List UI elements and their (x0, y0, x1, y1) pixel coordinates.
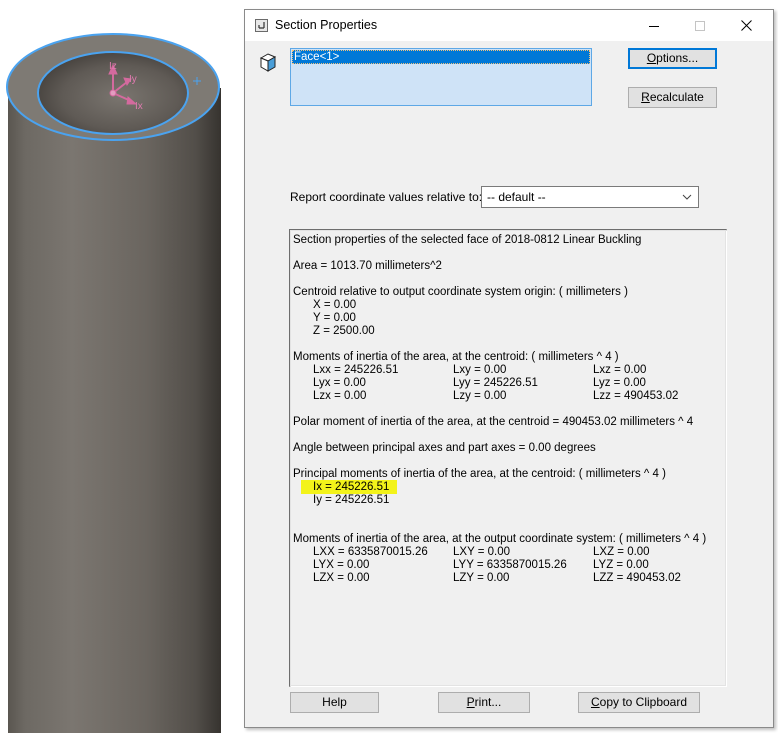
copy-label: opy to Clipboard (599, 695, 688, 709)
recalculate-mnemonic: R (641, 90, 650, 104)
moi-out-lyx: LYX = 0.00 (313, 559, 370, 571)
selected-entities-list[interactable]: Face<1> (290, 48, 592, 106)
maximize-icon (695, 20, 705, 31)
help-button[interactable]: Help (290, 692, 379, 713)
moi-out-lyz: LYZ = 0.00 (593, 559, 649, 571)
section-properties-dialog: Section Properties Face<1> Options... Re… (244, 9, 774, 728)
moi-lxy: Lxy = 0.00 (453, 364, 507, 376)
centroid-title: Centroid relative to output coordinate s… (293, 286, 628, 298)
moi-out-lyy: LYY = 6335870015.26 (453, 559, 567, 571)
moi-lzy: Lzy = 0.00 (453, 390, 507, 402)
print-mnemonic: P (466, 695, 475, 709)
close-button[interactable] (723, 10, 769, 41)
chevron-down-icon (682, 194, 692, 200)
window-title: Section Properties (275, 18, 378, 32)
copy-to-clipboard-button[interactable]: Copy to Clipboard (578, 692, 700, 713)
triad-label-iz: Iz (109, 61, 117, 72)
coordinate-system-value: -- default -- (487, 190, 546, 204)
recalculate-button[interactable]: Recalculate (628, 87, 717, 108)
tube-model: Iz Iy Ix (6, 33, 221, 733)
moi-out-lzy: LZY = 0.00 (453, 572, 510, 584)
principal-iy: Iy = 245226.51 (313, 494, 390, 506)
centroid-z: Z = 2500.00 (313, 325, 375, 337)
close-icon (740, 20, 752, 31)
minimize-button[interactable] (631, 10, 677, 41)
moi-output-row: LZX = 0.00 LZY = 0.00 LZZ = 490453.02 (293, 572, 726, 585)
print-label: rint... (474, 695, 502, 709)
triad-label-iy: Iy (129, 74, 137, 85)
polar-moment: Polar moment of inertia of the area, at … (293, 416, 694, 428)
moi-lyy: Lyy = 245226.51 (453, 377, 538, 389)
moi-out-lzx: LZX = 0.00 (313, 572, 370, 584)
app-icon (255, 19, 268, 32)
minimize-icon (649, 25, 659, 27)
moi-lzx: Lzx = 0.00 (313, 390, 367, 402)
moi-output-row: LYX = 0.00 LYY = 6335870015.26 LYZ = 0.0… (293, 559, 726, 572)
centroid-y: Y = 0.00 (313, 312, 356, 324)
moi-lyz: Lyz = 0.00 (593, 377, 646, 389)
coordinate-system-select[interactable]: -- default -- (481, 186, 699, 208)
moi-centroid-row: Lyx = 0.00 Lyy = 245226.51 Lyz = 0.00 (293, 377, 726, 390)
moi-lxx: Lxx = 245226.51 (313, 364, 399, 376)
moi-centroid-row: Lzx = 0.00 Lzy = 0.00 Lzz = 490453.02 (293, 390, 726, 403)
moi-lxz: Lxz = 0.00 (593, 364, 647, 376)
triad-label-ix: Ix (135, 101, 143, 112)
area-value: Area = 1013.70 millimeters^2 (293, 260, 442, 272)
principal-ix-highlighted: Ix = 245226.51 (301, 480, 398, 494)
moi-out-lzz: LZZ = 490453.02 (593, 572, 681, 584)
results-header: Section properties of the selected face … (293, 234, 642, 246)
moi-out-lxx: LXX = 6335870015.26 (313, 546, 428, 558)
results-text-area[interactable]: Section properties of the selected face … (289, 229, 727, 687)
centroid-x: X = 0.00 (313, 299, 357, 311)
title-bar[interactable]: Section Properties (245, 10, 773, 41)
tube-body (8, 88, 221, 733)
coordinate-system-label: Report coordinate values relative to: (290, 190, 483, 204)
list-item-face-1[interactable]: Face<1> (292, 50, 590, 64)
moi-out-lxz: LXZ = 0.00 (593, 546, 650, 558)
print-button[interactable]: Print... (438, 692, 530, 713)
moi-lzz: Lzz = 490453.02 (593, 390, 679, 402)
copy-mnemonic: C (590, 695, 600, 709)
maximize-button[interactable] (677, 10, 723, 41)
principal-angle: Angle between principal axes and part ax… (293, 442, 596, 454)
moi-out-lxy: LXY = 0.00 (453, 546, 511, 558)
recalculate-label: ecalculate (649, 90, 704, 104)
moi-output-title: Moments of inertia of the area, at the o… (293, 533, 707, 545)
moi-lyx: Lyx = 0.00 (313, 377, 366, 389)
moi-centroid-row: Lxx = 245226.51 Lxy = 0.00 Lxz = 0.00 (293, 364, 726, 377)
part-cube-icon (259, 53, 277, 72)
options-button[interactable]: Options... (628, 48, 717, 69)
moi-output-row: LXX = 6335870015.26 LXY = 0.00 LXZ = 0.0… (293, 546, 726, 559)
options-mnemonic: O (646, 51, 657, 65)
options-label: ptions... (656, 51, 699, 65)
model-viewport[interactable]: Iz Iy Ix (0, 0, 244, 733)
moi-centroid-title: Moments of inertia of the area, at the c… (293, 351, 619, 363)
